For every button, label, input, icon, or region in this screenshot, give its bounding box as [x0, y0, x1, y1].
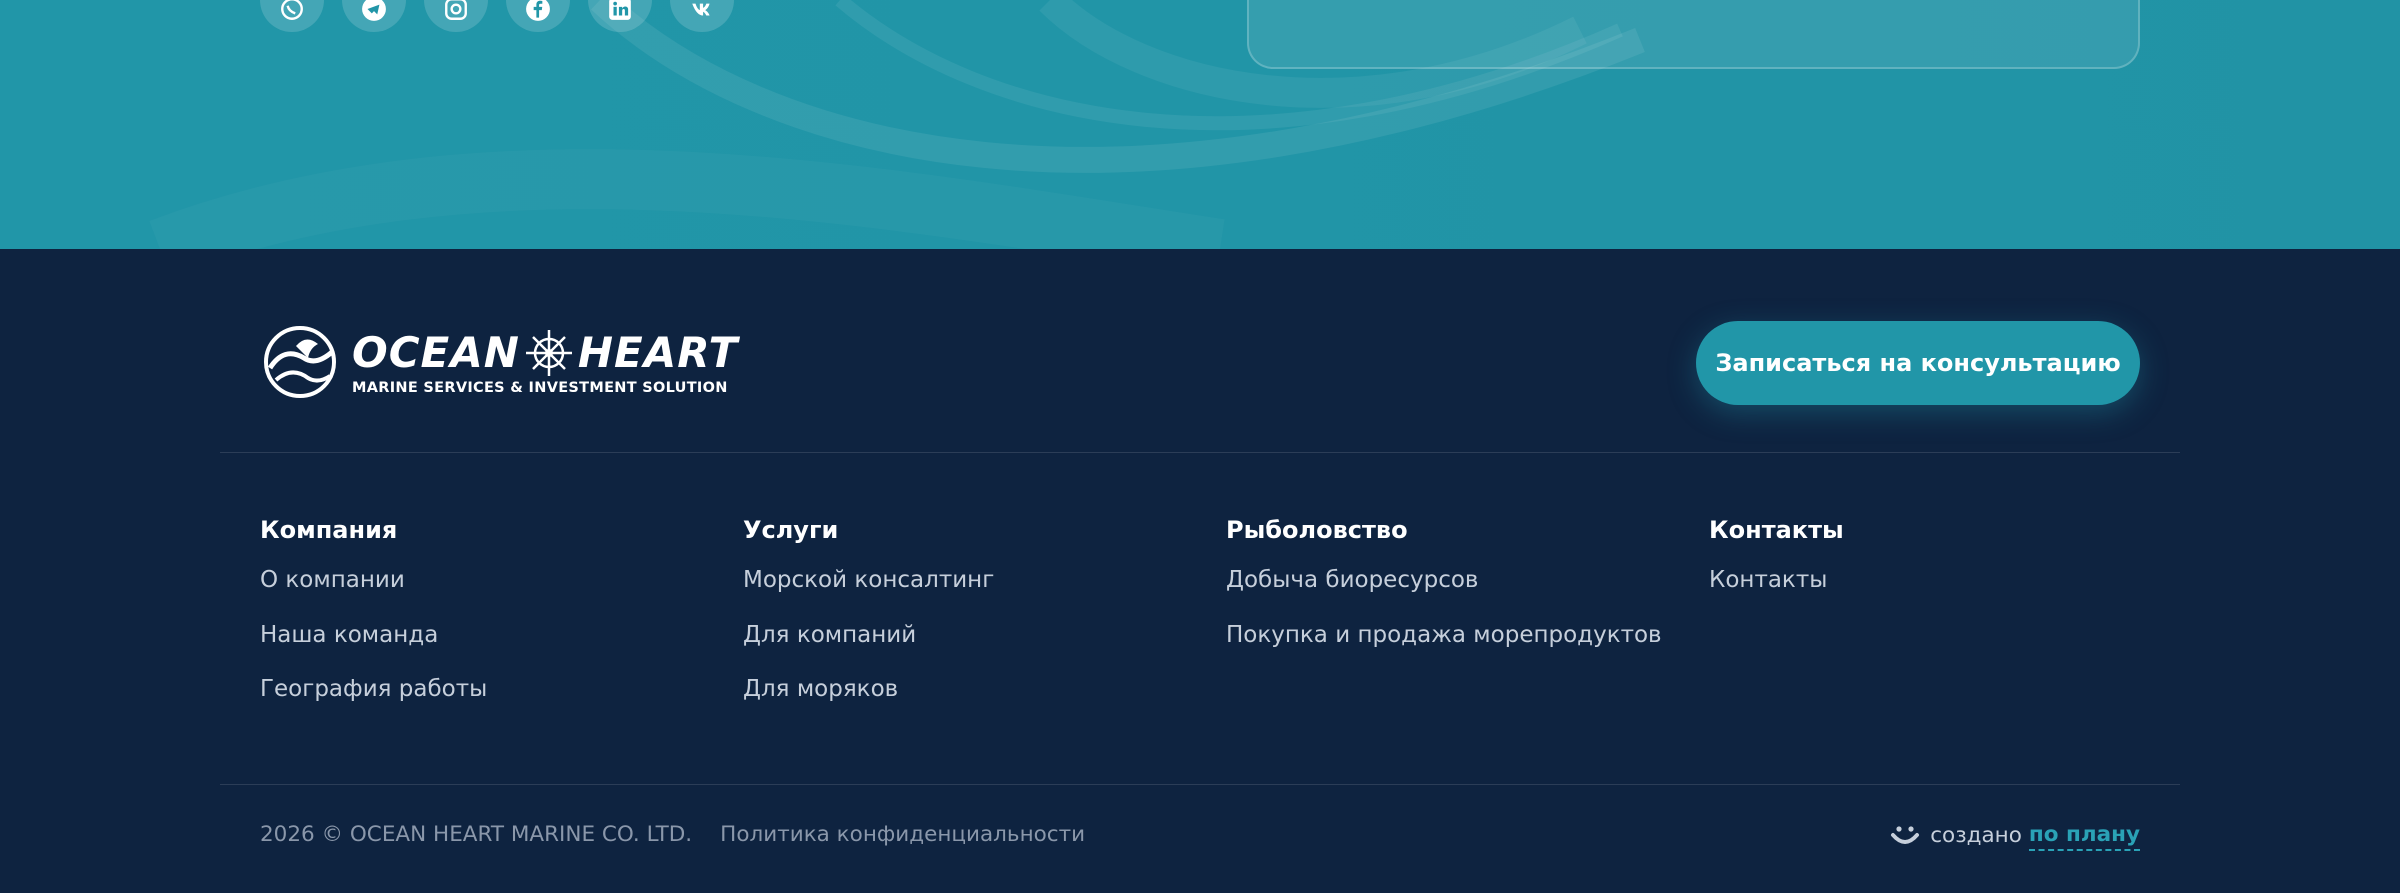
contact-form-card	[1247, 0, 2140, 69]
footer-column-company: Компания О компании Наша команда Географ…	[260, 515, 487, 729]
logo-name-right: HEART	[577, 328, 739, 377]
column-title: Рыболовство	[1226, 516, 1408, 544]
whatsapp-icon	[281, 0, 303, 20]
site-footer: OCEAN HEART MARINE SERVICES & INVESTMENT…	[0, 249, 2400, 893]
privacy-policy-link[interactable]: Политика конфиденциальности	[720, 821, 1085, 849]
link-bioresources[interactable]: Добыча биоресурсов	[1226, 565, 1662, 595]
made-by-credit: создано по плану	[1890, 821, 2140, 851]
column-title: Компания	[260, 516, 398, 544]
logo-tagline: MARINE SERVICES & INVESTMENT SOLUTION	[352, 380, 728, 396]
link-maritime-consulting[interactable]: Морской консалтинг	[743, 565, 994, 595]
link-for-seafarers[interactable]: Для моряков	[743, 674, 994, 704]
footer-divider-top	[220, 452, 2180, 453]
facebook-button[interactable]	[506, 0, 570, 32]
footer-column-services: Услуги Морской консалтинг Для компаний Д…	[743, 515, 994, 729]
link-geography[interactable]: География работы	[260, 674, 487, 704]
made-by-text: создано	[1930, 823, 2022, 848]
facebook-icon	[526, 0, 550, 21]
made-by-link[interactable]: по плану	[2028, 821, 2140, 851]
column-title: Услуги	[743, 516, 839, 544]
telegram-icon	[362, 0, 386, 21]
social-links	[260, 0, 734, 32]
footer-bottom-bar: 2026 © OCEAN HEART MARINE CO. LTD. Полит…	[260, 821, 1085, 849]
ship-wheel-icon	[525, 330, 572, 376]
linkedin-button[interactable]	[588, 0, 652, 32]
consultation-button[interactable]: Записаться на консультацию	[1696, 321, 2140, 405]
telegram-button[interactable]	[342, 0, 406, 32]
footer-column-contacts: Контакты Контакты	[1709, 515, 1844, 620]
contact-section-band	[0, 0, 2400, 249]
vk-button[interactable]	[670, 0, 734, 32]
link-seafood-trade[interactable]: Покупка и продажа морепродуктов	[1226, 620, 1662, 650]
whatsapp-button[interactable]	[260, 0, 324, 32]
link-team[interactable]: Наша команда	[260, 620, 487, 650]
company-logo[interactable]: OCEAN HEART MARINE SERVICES & INVESTMENT…	[260, 324, 738, 400]
copyright-text: 2026 © OCEAN HEART MARINE CO. LTD.	[260, 822, 693, 847]
vk-icon	[692, 3, 710, 16]
instagram-icon	[445, 0, 467, 20]
footer-divider-bottom	[220, 784, 2180, 785]
logo-name-left: OCEAN	[352, 328, 520, 377]
footer-column-fishing: Рыболовство Добыча биоресурсов Покупка и…	[1226, 515, 1662, 674]
instagram-button[interactable]	[424, 0, 488, 32]
linkedin-icon	[609, 0, 631, 20]
smile-icon	[1891, 826, 1920, 844]
link-contacts[interactable]: Контакты	[1709, 565, 1844, 595]
link-for-companies[interactable]: Для компаний	[743, 620, 994, 650]
column-title: Контакты	[1709, 516, 1844, 544]
ocean-heart-emblem-icon	[264, 326, 336, 398]
link-about[interactable]: О компании	[260, 565, 487, 595]
